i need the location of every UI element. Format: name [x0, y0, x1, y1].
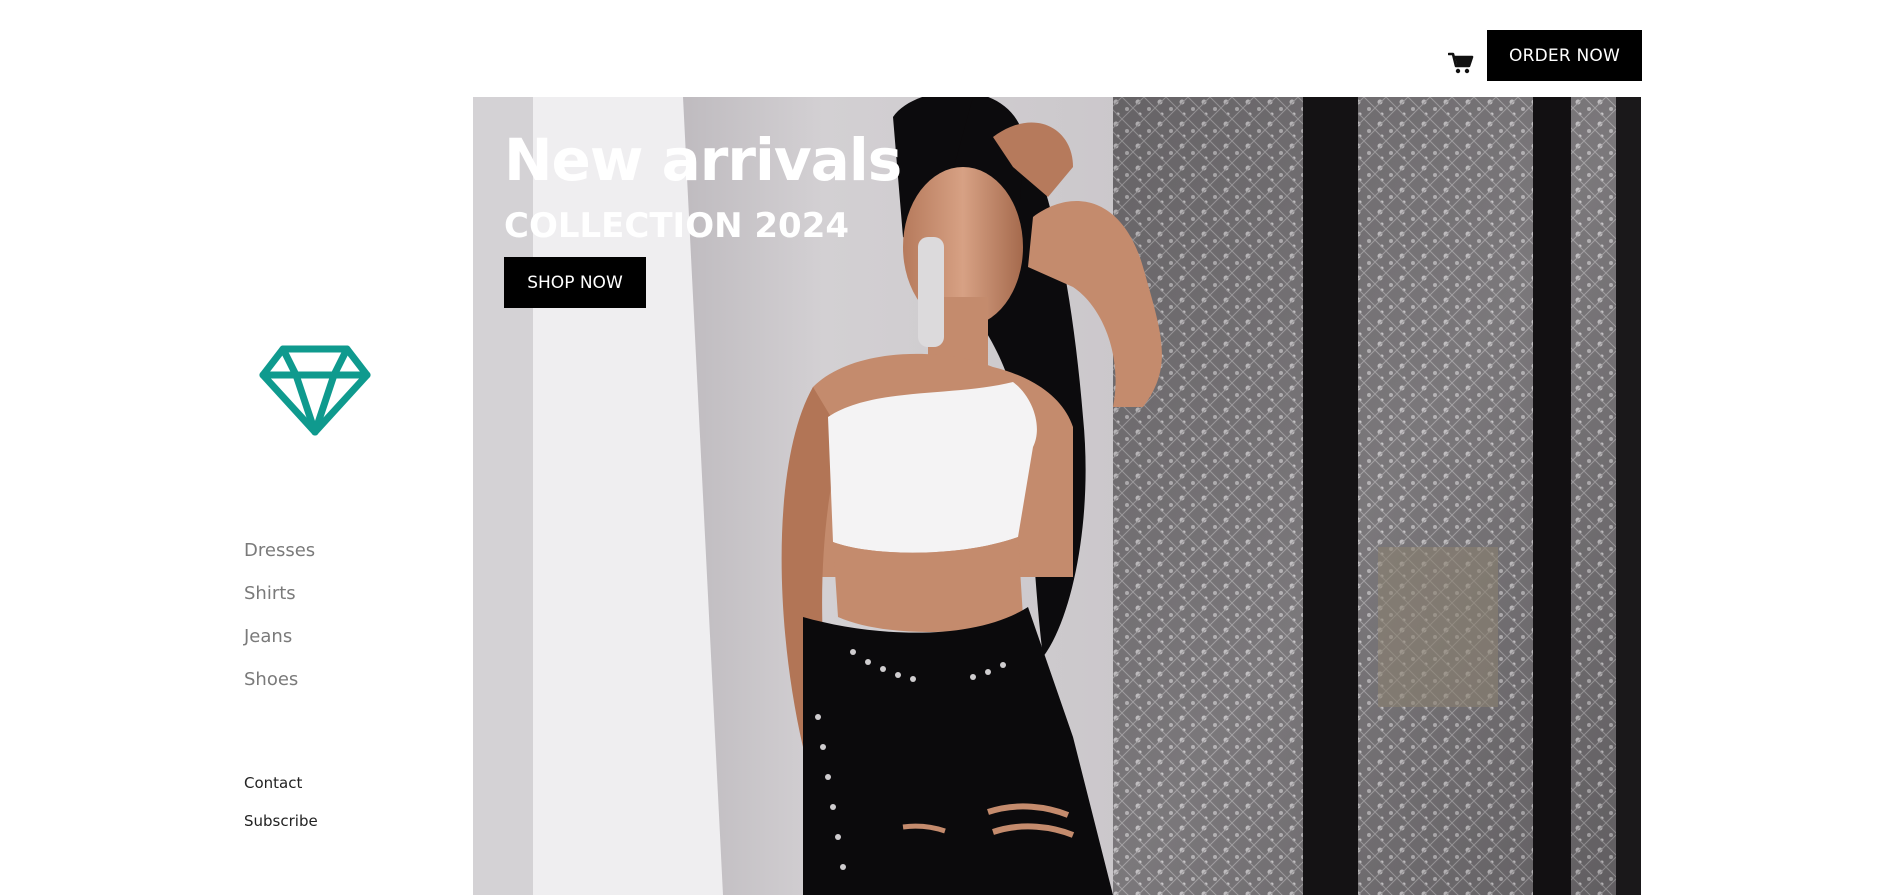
diamond-icon[interactable] — [258, 344, 372, 436]
shop-now-button[interactable]: SHOP NOW — [504, 257, 646, 308]
nav-item-shirts[interactable]: Shirts — [244, 580, 315, 623]
secondary-nav: Contact Subscribe — [244, 772, 318, 848]
nav-item-jeans[interactable]: Jeans — [244, 623, 315, 666]
subscribe-link[interactable]: Subscribe — [244, 810, 318, 848]
hero-subtitle: COLLECTION 2024 — [504, 206, 850, 246]
shopping-cart-icon[interactable] — [1448, 52, 1474, 74]
hero-title: New arrivals — [504, 126, 902, 194]
order-now-button[interactable]: ORDER NOW — [1487, 30, 1642, 81]
hero-banner: New arrivals COLLECTION 2024 SHOP NOW — [473, 97, 1641, 895]
nav-item-dresses[interactable]: Dresses — [244, 537, 315, 580]
contact-link[interactable]: Contact — [244, 772, 318, 810]
page: ORDER NOW Dresses Shirts Jeans Shoes Con… — [0, 0, 1889, 895]
nav-item-shoes[interactable]: Shoes — [244, 666, 315, 709]
category-nav: Dresses Shirts Jeans Shoes — [244, 537, 315, 709]
